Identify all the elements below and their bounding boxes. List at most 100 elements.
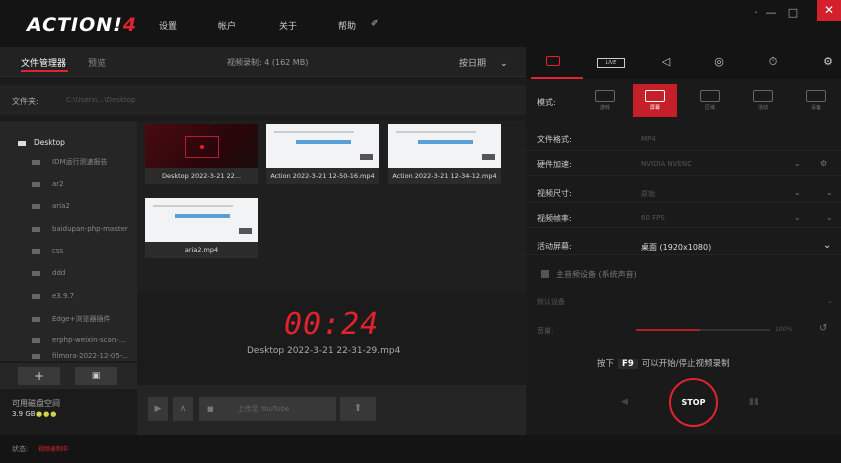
status-value: 视频录制中	[38, 446, 69, 453]
thumbnail-caption: Action 2022-3-21 12-34-12.mp4	[388, 168, 501, 184]
device-icon	[806, 90, 826, 102]
tab-file-manager[interactable]: 文件管理器	[21, 56, 66, 69]
audio-checkbox[interactable]	[541, 270, 549, 278]
gamepad-icon	[595, 90, 615, 102]
tree-item[interactable]: css	[32, 247, 150, 261]
camera-icon: ■	[207, 405, 214, 413]
tree-item-desktop[interactable]: Desktop	[18, 138, 136, 152]
tree-item[interactable]: ddd	[32, 269, 150, 283]
chevron-down-icon: ⌄	[794, 213, 801, 222]
menu-about[interactable]: 关于	[279, 19, 297, 32]
pause-icon[interactable]: ▮▮	[749, 397, 759, 407]
mode-region[interactable]: 区域	[688, 84, 732, 117]
active-screen-select[interactable]: 桌面 (1920x1080)	[641, 242, 711, 253]
reset-icon[interactable]: ↺	[819, 323, 827, 334]
thumbnail-image	[145, 198, 258, 242]
menu-help[interactable]: 帮助	[338, 19, 356, 32]
record-tab-icon[interactable]	[541, 52, 565, 72]
minimize-line-button[interactable]: —	[761, 5, 781, 21]
folder-icon	[32, 316, 40, 322]
region-icon	[700, 90, 720, 102]
sort-label: 按日期	[459, 59, 487, 69]
menu-settings[interactable]: 设置	[159, 19, 177, 32]
upload-youtube-button[interactable]: ■ 上传至 YouTube	[199, 397, 336, 421]
mode-screen[interactable]: 屏幕	[633, 84, 677, 117]
thumbnail-badge	[239, 228, 252, 234]
thumbnail-decor	[274, 131, 354, 133]
audio-device-select[interactable]: 默认设备 ⌄	[537, 297, 837, 313]
thumbnail-image	[145, 124, 258, 168]
chevron-down-icon: ⌄	[826, 188, 833, 197]
tree-item[interactable]: erphp-weixin-scan-...	[32, 336, 150, 350]
chevron-down-icon: ⌄	[794, 188, 801, 197]
tree-item-label: erphp-weixin-scan-...	[52, 336, 126, 344]
prev-icon[interactable]: ◀	[621, 397, 628, 407]
folder-icon	[32, 226, 40, 232]
tree-item[interactable]: filmora-2022-12-05-...	[32, 352, 150, 361]
thumbnail-caption: aria2.mp4	[145, 242, 258, 258]
gear-icon[interactable]: ⚙	[816, 55, 840, 68]
gear-icon[interactable]: ⚙	[820, 159, 827, 168]
status-label: 状态:	[12, 445, 29, 453]
tree-item[interactable]: baidupan-php-master	[32, 225, 150, 239]
chevron-down-icon: ⌄	[794, 159, 801, 168]
stop-button[interactable]: STOP	[669, 378, 718, 427]
mode-label-text: 活动	[757, 105, 768, 111]
open-folder-button[interactable]: ▣	[75, 367, 117, 385]
disk-space-value: 3.9 GB	[12, 410, 36, 418]
video-thumbnail[interactable]: Desktop 2022-3-21 22...	[145, 124, 258, 184]
file-format-value[interactable]: MP4	[641, 135, 656, 143]
upload-arrow-button[interactable]: ⬆	[340, 397, 376, 421]
video-thumbnail[interactable]: aria2.mp4	[145, 198, 258, 258]
video-size-label: 视频尺寸:	[537, 189, 572, 198]
tree-item[interactable]: Edge+浏览器插件	[32, 314, 150, 328]
tree-item[interactable]: IDM运行测速报告	[32, 157, 150, 171]
tree-item[interactable]: aria2	[32, 202, 150, 216]
volume-slider-track[interactable]	[700, 329, 770, 331]
brush-icon[interactable]: ✐	[371, 19, 379, 29]
tree-item[interactable]: e3.9.7	[32, 292, 150, 306]
hint-text: 可以开始/停止视频录制	[641, 359, 730, 369]
mode-game[interactable]: 游戏	[583, 84, 627, 117]
thumbnail-decor	[175, 214, 230, 218]
tree-item[interactable]: ar2	[32, 180, 150, 194]
tree-item-label: aria2	[52, 202, 70, 210]
mode-label-text: 游戏	[599, 105, 610, 111]
trim-icon[interactable]: ∧	[173, 397, 193, 421]
screenshot-tab-icon[interactable]: ◎	[707, 55, 731, 68]
tree-item-label: ar2	[52, 180, 64, 188]
video-size-select[interactable]: 原始	[641, 189, 655, 199]
restore-button[interactable]: □	[783, 5, 803, 21]
add-folder-button[interactable]: +	[18, 367, 60, 385]
play-icon[interactable]: ▶	[148, 397, 168, 421]
video-count-info: 视频录制: 4 (162 MB)	[227, 58, 309, 67]
menu-account[interactable]: 帐户	[218, 19, 236, 32]
mode-active-window[interactable]: 活动	[741, 84, 785, 117]
tree-item-label: ddd	[52, 269, 66, 277]
right-tab-row	[526, 47, 841, 79]
tab-preview[interactable]: 预览	[88, 56, 106, 69]
live-tab-icon[interactable]: LIVE	[597, 58, 625, 68]
mode-device[interactable]: 设备	[794, 84, 838, 117]
hw-accel-select[interactable]: NVIDIA NVENC	[641, 160, 692, 168]
sort-dropdown[interactable]: 按日期 ⌄	[459, 56, 508, 69]
close-button[interactable]: ✕	[817, 0, 841, 21]
path-field[interactable]: C:\Users\...\Desktop	[66, 96, 135, 104]
video-thumbnail[interactable]: Action 2022-3-21 12-50-16.mp4	[266, 124, 379, 184]
hw-accel-label: 硬件加速:	[537, 160, 572, 169]
audio-tab-icon[interactable]: ◁	[654, 55, 678, 68]
thumbnail-badge	[482, 154, 495, 160]
active-screen-label: 活动屏幕:	[537, 242, 572, 251]
setting-row	[526, 128, 841, 151]
app-logo: ACTION!4	[27, 14, 138, 36]
timer-tab-icon[interactable]: ⏱	[761, 55, 785, 69]
volume-slider-fill[interactable]	[636, 329, 700, 331]
frame-rate-select[interactable]: 60 FPS	[641, 214, 665, 222]
folder-icon	[32, 337, 40, 343]
disk-indicator-icon: ●●●	[36, 410, 58, 418]
chevron-down-icon: ⌄	[827, 297, 833, 305]
mode-label: 模式:	[537, 98, 556, 107]
recording-filename: Desktop 2022-3-21 22-31-29.mp4	[247, 346, 401, 356]
thumbnail-image	[266, 124, 379, 168]
video-thumbnail[interactable]: Action 2022-3-21 12-34-12.mp4	[388, 124, 501, 184]
